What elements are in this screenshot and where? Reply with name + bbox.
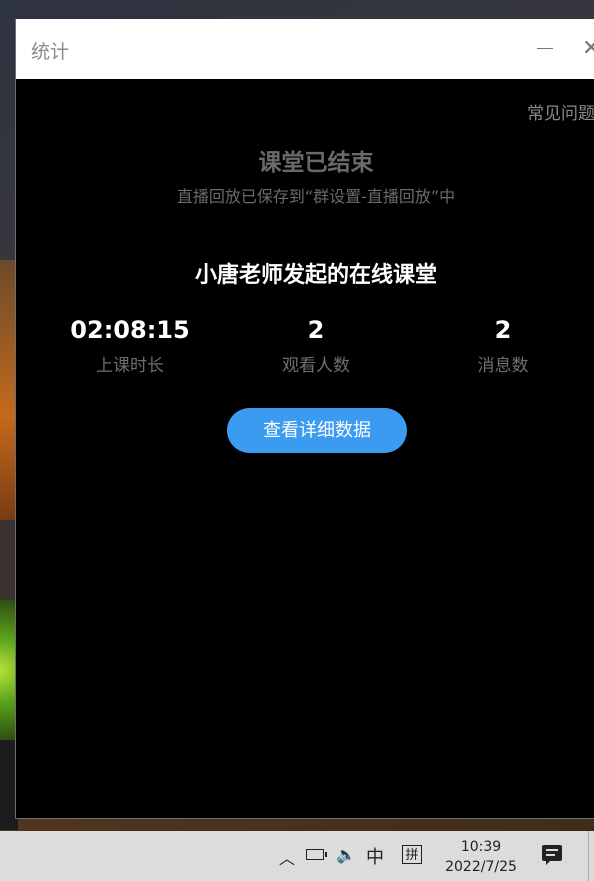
chevron-up-icon[interactable]: ︿ [279,845,295,869]
class-title: 小唐老师发起的在线课堂 [194,263,437,288]
minimize-button[interactable] [528,31,562,67]
stat-messages: 2 消息数 [413,313,593,376]
stat-label: 上课时长 [96,356,164,376]
notification-line [546,854,555,856]
clock[interactable]: 10:39 2022/7/25 [440,837,522,877]
stat-value: 2 [307,316,325,344]
show-desktop-divider[interactable] [588,831,589,881]
notification-icon[interactable] [542,845,562,865]
clock-date: 2022/7/25 [445,859,517,875]
window-title: 统计 [31,41,70,63]
ime-type-indicator[interactable]: 拼 [402,845,422,864]
notification-line [546,849,558,851]
statistics-window: 统计 ✕ 常见问题 课堂已结束 直播回放已保存到“群设置-直播回放”中 小唐老师… [15,19,594,819]
stat-label: 消息数 [477,356,529,376]
title-bar: 统计 ✕ [16,19,594,79]
stat-duration: 02:08:15 上课时长 [40,313,220,376]
battery-icon[interactable] [306,849,327,860]
taskbar: ︿ 🔈 中 拼 10:39 2022/7/25 [0,831,594,881]
replay-saved-notice: 直播回放已保存到“群设置-直播回放”中 [176,187,456,206]
clock-time: 10:39 [460,839,502,855]
stats-content: 常见问题 课堂已结束 直播回放已保存到“群设置-直播回放”中 小唐老师发起的在线… [16,79,594,818]
stat-label: 观看人数 [282,356,350,376]
class-ended-heading: 课堂已结束 [258,150,374,176]
stat-value: 2 [494,316,512,344]
minimize-icon [537,48,553,49]
view-details-button[interactable]: 查看详细数据 [227,408,407,453]
faq-link[interactable]: 常见问题 [527,99,594,124]
stat-value: 02:08:15 [70,316,190,344]
close-button[interactable]: ✕ [582,35,594,63]
volume-icon[interactable]: 🔈 [336,845,356,864]
ime-mode-indicator[interactable]: 中 [366,843,384,869]
stat-viewers: 2 观看人数 [226,313,406,376]
